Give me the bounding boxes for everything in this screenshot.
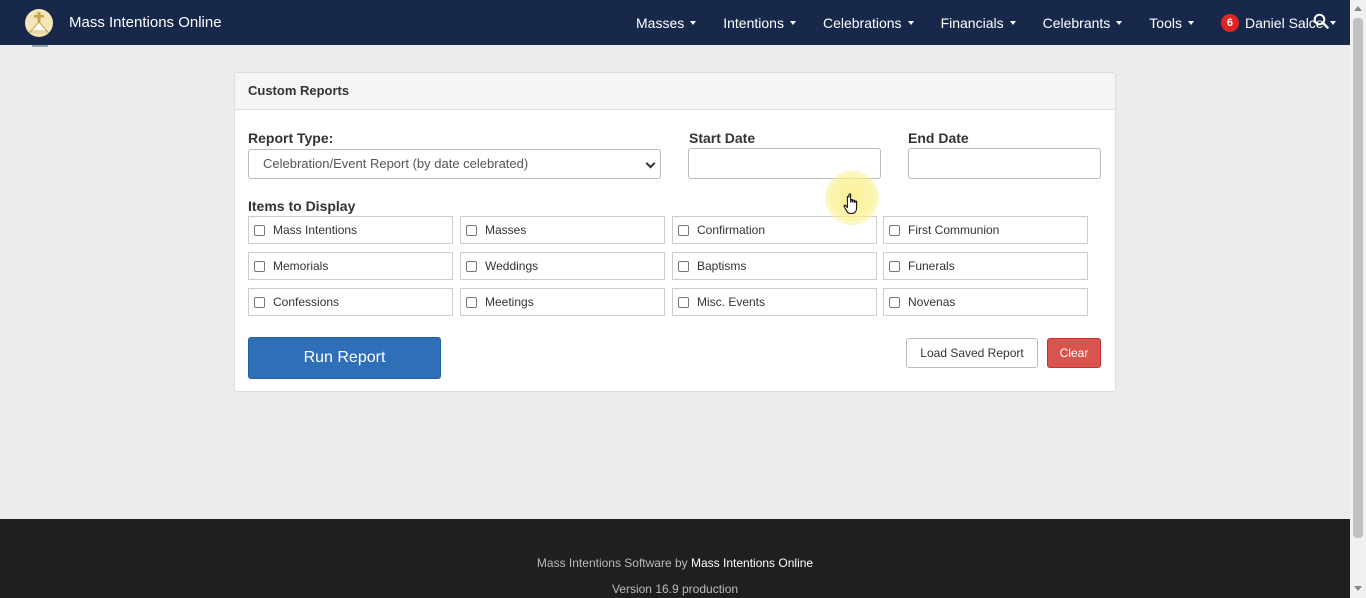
nav-menu: Masses Intentions Celebrations Financial… — [636, 0, 1363, 45]
caret-down-icon — [1187, 20, 1194, 25]
footer-credit: Mass Intentions Software by Mass Intenti… — [0, 556, 1350, 570]
checkbox-label: Misc. Events — [697, 295, 766, 309]
end-date-label: End Date — [908, 130, 969, 146]
checkbox-label: Novenas — [908, 295, 956, 309]
checkbox-box[interactable] — [889, 260, 900, 272]
nav-tools-label: Tools — [1149, 14, 1182, 31]
nav-celebrations[interactable]: Celebrations — [823, 15, 914, 31]
checkbox-box[interactable] — [466, 224, 477, 236]
nav-tools[interactable]: Tools — [1149, 15, 1194, 31]
checkbox-label: Mass Intentions — [273, 223, 358, 237]
report-type-value: Celebration/Event Report (by date celebr… — [263, 156, 529, 171]
checkbox-box[interactable] — [889, 296, 900, 308]
brand-title[interactable]: Mass Intentions Online — [69, 14, 222, 31]
start-date-label: Start Date — [689, 130, 756, 146]
nav-toggle-stub — [32, 45, 48, 47]
nav-financials-label: Financials — [940, 14, 1004, 31]
checkbox-box[interactable] — [254, 296, 265, 308]
checkbox-label: Funerals — [908, 259, 955, 273]
checkbox-label: Baptisms — [697, 259, 747, 273]
panel-heading: Custom Reports — [235, 73, 1115, 110]
items-to-display-label: Items to Display — [248, 198, 356, 214]
footer-credit-prefix: Mass Intentions Software by — [536, 556, 688, 570]
checkbox-misc-events[interactable]: Misc. Events — [672, 288, 877, 316]
caret-down-icon — [907, 20, 914, 25]
brand[interactable]: Mass Intentions Online — [0, 0, 222, 45]
checkbox-label: First Communion — [908, 223, 1000, 237]
checkbox-label: Confessions — [273, 295, 340, 309]
caret-down-icon — [1116, 20, 1123, 25]
checkbox-memorials[interactable]: Memorials — [248, 252, 453, 280]
church-logo-icon — [25, 8, 53, 37]
checkbox-confessions[interactable]: Confessions — [248, 288, 453, 316]
checkbox-box[interactable] — [466, 296, 477, 308]
nav-masses-label: Masses — [636, 14, 685, 31]
checkbox-first-communion[interactable]: First Communion — [883, 216, 1088, 244]
nav-intentions-label: Intentions — [723, 14, 784, 31]
end-date-input[interactable] — [908, 148, 1101, 179]
nav-celebrations-label: Celebrations — [822, 14, 902, 31]
checkbox-label: Meetings — [485, 295, 534, 309]
load-saved-report-button[interactable]: Load Saved Report — [906, 338, 1038, 368]
custom-reports-panel: Custom Reports Report Type: Celebration/… — [234, 72, 1116, 392]
scroll-up-arrow-icon[interactable] — [1354, 6, 1362, 11]
notification-badge[interactable]: 6 — [1220, 13, 1239, 32]
scroll-thumb[interactable] — [1353, 18, 1363, 538]
checkbox-label: Confirmation — [697, 223, 766, 237]
checkbox-box[interactable] — [678, 224, 689, 236]
run-report-button[interactable]: Run Report — [248, 337, 441, 379]
report-type-label: Report Type: — [248, 130, 334, 146]
hand-pointer-icon — [843, 193, 858, 215]
clear-button[interactable]: Clear — [1047, 338, 1101, 368]
footer-credit-link[interactable]: Mass Intentions Online — [691, 556, 813, 570]
chevron-down-icon — [645, 158, 656, 169]
checkbox-box[interactable] — [254, 260, 265, 272]
nav-celebrants[interactable]: Celebrants — [1043, 15, 1123, 31]
nav-masses[interactable]: Masses — [636, 14, 697, 31]
nav-financials[interactable]: Financials — [941, 15, 1016, 31]
checkbox-funerals[interactable]: Funerals — [883, 252, 1088, 280]
nav-celebrants-label: Celebrants — [1042, 14, 1111, 31]
checkbox-novenas[interactable]: Novenas — [883, 288, 1088, 316]
caret-down-icon — [1329, 20, 1336, 25]
footer-version: Version 16.9 production — [611, 582, 739, 596]
checkbox-mass-intentions[interactable]: Mass Intentions — [248, 216, 453, 244]
checkbox-box[interactable] — [254, 224, 265, 236]
page-scrollbar[interactable] — [1350, 0, 1366, 598]
checkbox-weddings[interactable]: Weddings — [460, 252, 665, 280]
checkbox-label: Weddings — [485, 259, 539, 273]
user-name: Daniel Salce — [1244, 14, 1324, 31]
checkbox-box[interactable] — [678, 260, 689, 272]
checkbox-baptisms[interactable]: Baptisms — [672, 252, 877, 280]
nav-intentions[interactable]: Intentions — [723, 15, 796, 31]
checkbox-label: Memorials — [273, 259, 329, 273]
caret-down-icon — [690, 20, 697, 25]
caret-down-icon — [1009, 20, 1016, 25]
caret-down-icon — [789, 20, 796, 25]
checkbox-label: Masses — [485, 223, 527, 237]
checkbox-box[interactable] — [678, 296, 689, 308]
report-type-select[interactable]: Celebration/Event Report (by date celebr… — [248, 149, 661, 179]
checkbox-box[interactable] — [466, 260, 477, 272]
checkbox-box[interactable] — [889, 224, 900, 236]
search-icon[interactable] — [1313, 13, 1329, 29]
checkbox-masses[interactable]: Masses — [460, 216, 665, 244]
scroll-down-arrow-icon[interactable] — [1354, 586, 1362, 591]
page-footer: Mass Intentions Software by Mass Intenti… — [0, 519, 1350, 598]
top-navbar: Mass Intentions Online Masses Intentions… — [0, 0, 1350, 45]
checkbox-meetings[interactable]: Meetings — [460, 288, 665, 316]
